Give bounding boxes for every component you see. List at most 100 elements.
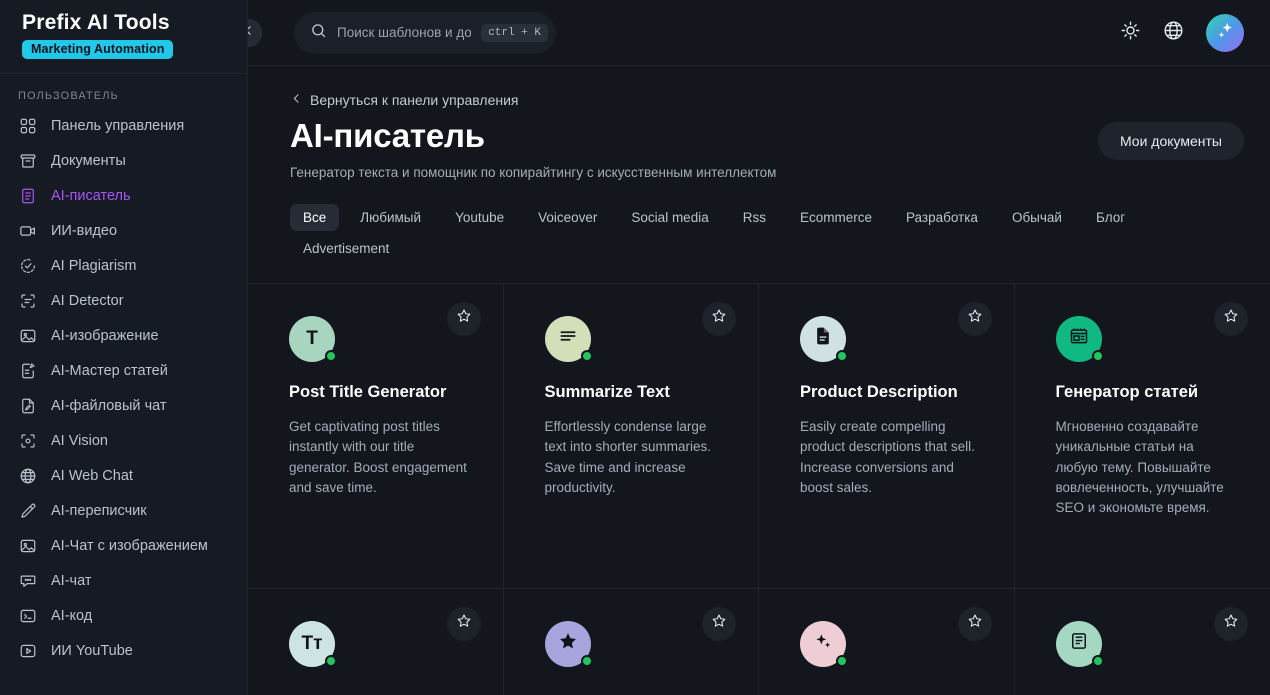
template-card[interactable]: Генератор статей Мгновенно создавайте уни… (1014, 284, 1270, 589)
sidebar-item-1[interactable]: Панель управления (0, 108, 247, 143)
favorite-button[interactable] (957, 606, 992, 641)
favorite-button[interactable] (702, 301, 736, 336)
sidebar-section-label: ПОЛЬЗОВАТЕЛЬ (18, 90, 119, 103)
status-dot (580, 654, 593, 667)
star-icon (1223, 613, 1239, 634)
sidebar-item-15[interactable]: AI-код (0, 598, 247, 633)
sun-icon (1120, 20, 1141, 46)
tab-2[interactable]: Любимый (347, 204, 434, 231)
sidebar-item-label: AI-писатель (51, 187, 131, 204)
image-icon (18, 536, 37, 555)
pencil-icon (18, 501, 37, 520)
favorite-button[interactable] (1214, 606, 1248, 641)
terminal-icon (18, 606, 37, 625)
card-description: Мгновенно создавайте уникальные статьи н… (1055, 419, 1224, 516)
sidebar-item-5[interactable]: AI Plagiarism (0, 248, 247, 283)
template-card[interactable] (504, 588, 759, 695)
app-logo-title: Prefix AI Tools (22, 11, 170, 34)
my-documents-button[interactable]: Мои документы (1097, 122, 1244, 160)
tab-3[interactable]: Youtube (442, 204, 517, 231)
theme-toggle-button[interactable] (1120, 20, 1141, 46)
tab-7[interactable]: Ecommerce (787, 204, 885, 231)
status-dot (325, 654, 337, 667)
sidebar-item-13[interactable]: AI-Чат с изображением (0, 528, 247, 563)
sidebar-item-2[interactable]: Документы (0, 143, 247, 178)
tab-6[interactable]: Rss (730, 204, 779, 231)
status-dot (325, 349, 337, 362)
sidebar-item-3[interactable]: AI-писатель (0, 178, 247, 213)
file-pen-icon (18, 396, 37, 415)
card-avatar (544, 315, 593, 362)
sparkle-icon (813, 631, 833, 656)
template-card[interactable]: Product Description Easily create compell… (759, 283, 1015, 589)
tab-10[interactable]: Блог (1083, 204, 1138, 231)
template-card[interactable] (759, 588, 1015, 695)
tab-8[interactable]: Разработка (893, 204, 991, 231)
card-avatar (800, 315, 848, 362)
card-title: Post Title Generator (289, 382, 447, 401)
tab-9[interactable]: Обычай (999, 204, 1075, 231)
favorite-button[interactable] (702, 606, 736, 641)
chat-bubble-icon (18, 571, 37, 590)
favorite-button[interactable] (957, 301, 992, 336)
topbar: Поиск шаблонов и докумен ctrl + K (248, 0, 1270, 66)
sidebar-item-label: AI Detector (51, 292, 124, 309)
back-link-label: Вернуться к панели управления (310, 92, 519, 108)
sidebar-item-11[interactable]: AI Web Chat (0, 458, 247, 493)
template-card-grid: T Post Title Generator Get captivating pos… (248, 282, 1270, 695)
sidebar-item-16[interactable]: ИИ YouTube (0, 633, 247, 668)
template-card[interactable]: Summarize Text Effortlessly condense larg… (503, 283, 759, 589)
sidebar-item-label: ИИ YouTube (51, 642, 133, 659)
tab-1[interactable]: Все (290, 203, 340, 231)
template-card[interactable]: Tт (248, 588, 504, 695)
sidebar-item-12[interactable]: AI-переписчик (0, 493, 247, 528)
card-avatar-glyph: Tт (301, 633, 323, 655)
card-title: Product Description (800, 382, 958, 401)
globe-www-icon (18, 466, 37, 485)
card-description: Effortlessly condense large text into sh… (544, 419, 712, 495)
sidebar-item-label: AI-Мастер статей (51, 362, 168, 379)
favorite-button[interactable] (446, 301, 481, 336)
sidebar-item-14[interactable]: AI-чат (0, 563, 247, 598)
tab-11[interactable]: Advertisement (290, 235, 402, 262)
language-button[interactable] (1163, 20, 1184, 46)
chevron-left-icon (290, 92, 303, 108)
template-card[interactable]: T Post Title Generator Get captivating pos… (248, 283, 504, 589)
card-title: Summarize Text (544, 382, 670, 401)
tab-5[interactable]: Social media (618, 204, 721, 231)
sidebar-item-label: ИИ-видео (51, 222, 118, 239)
back-to-dashboard-link[interactable]: Вернуться к панели управления (290, 92, 519, 108)
tab-4[interactable]: Voiceover (525, 204, 610, 231)
sidebar-item-10[interactable]: AI Vision (0, 423, 247, 458)
sidebar-item-8[interactable]: AI-Мастер статей (0, 353, 247, 388)
globe-icon (1163, 20, 1184, 46)
sidebar-item-label: AI Web Chat (51, 467, 133, 484)
search-icon (310, 22, 327, 44)
user-avatar[interactable] (1206, 13, 1244, 52)
sidebar-item-9[interactable]: AI-файловый чат (0, 388, 247, 423)
search-shortcut-badge: ctrl + K (481, 23, 548, 42)
sidebar-collapse-button[interactable] (248, 19, 262, 47)
sidebar-item-4[interactable]: ИИ-видео (0, 213, 247, 248)
search-input[interactable]: Поиск шаблонов и докумен ctrl + K (294, 11, 556, 54)
play-square-icon (18, 641, 37, 660)
favorite-button[interactable] (446, 606, 481, 641)
sidebar-item-label: AI Vision (51, 432, 108, 449)
sidebar-item-label: Документы (51, 152, 126, 169)
card-description: Get captivating post titles instantly wi… (289, 419, 467, 495)
sidebar-item-label: AI Plagiarism (51, 257, 137, 274)
sidebar-item-7[interactable]: AI-изображение (0, 318, 247, 353)
card-avatar-glyph: T (306, 328, 318, 350)
status-dot (1091, 349, 1104, 362)
card-avatar (800, 620, 848, 667)
sidebar-item-6[interactable]: AI Detector (0, 283, 247, 318)
image-icon (18, 326, 37, 345)
favorite-button[interactable] (1214, 301, 1248, 336)
status-dot (836, 654, 848, 667)
sidebar-item-label: AI-файловый чат (51, 397, 167, 414)
app-logo[interactable]: Prefix AI Tools Marketing Automation (0, 0, 247, 73)
template-card[interactable] (1015, 589, 1270, 695)
topbar-actions (1120, 13, 1244, 52)
star-icon (456, 613, 472, 634)
star-icon (711, 308, 727, 329)
